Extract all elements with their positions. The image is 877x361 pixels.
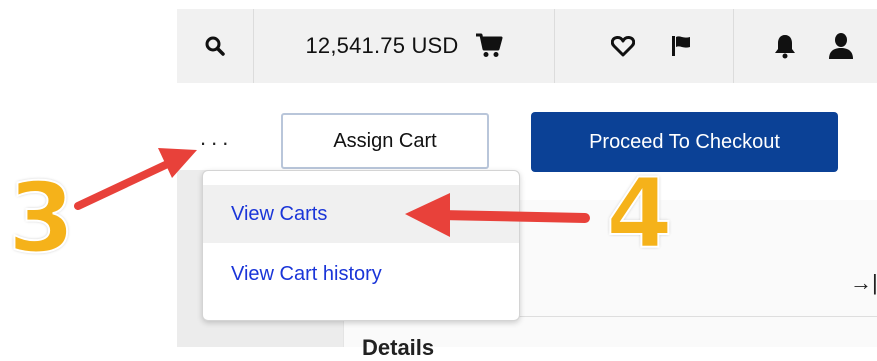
annotation-arrow-4 — [405, 193, 590, 237]
annotation-number-3: 3 — [7, 162, 76, 274]
annotation-arrows — [74, 148, 590, 237]
annotation-arrow-3 — [74, 148, 197, 210]
annotation-number-4: 4 — [605, 158, 674, 270]
